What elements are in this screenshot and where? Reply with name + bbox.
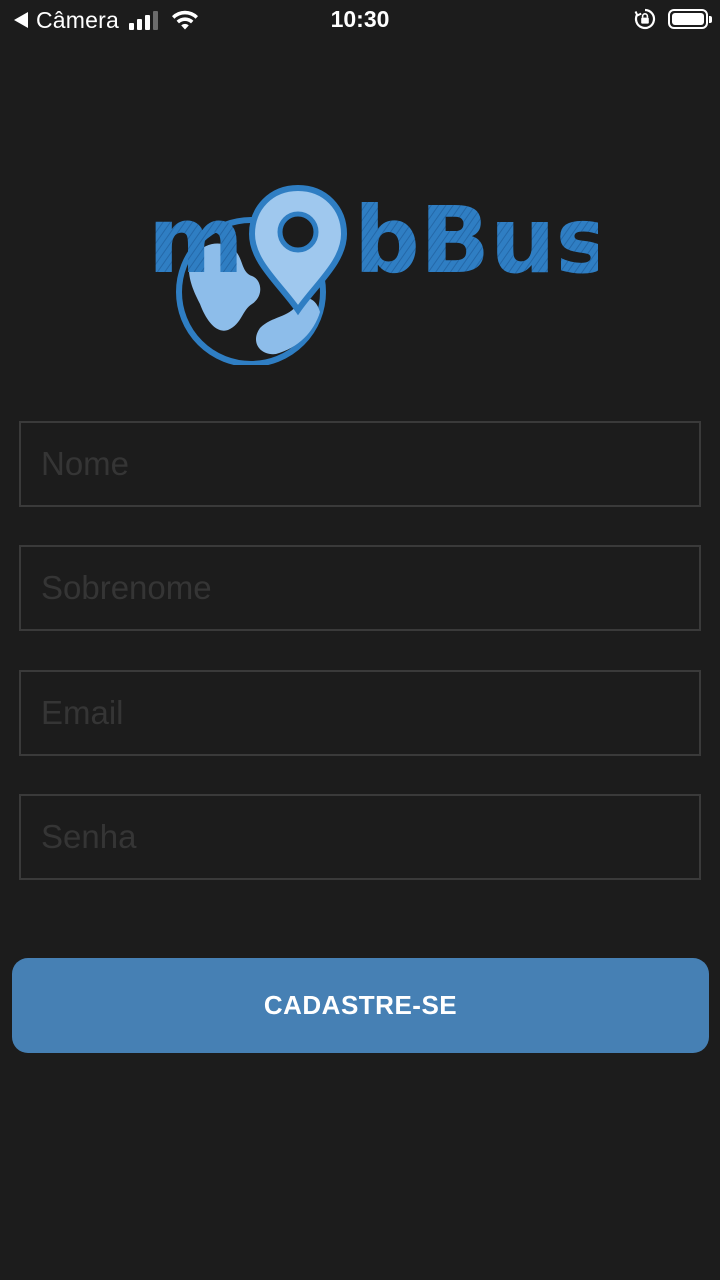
password-input[interactable] [19, 794, 701, 880]
status-bar: Câmera 10:30 [0, 0, 720, 40]
mobbus-logo: m bBus [148, 180, 598, 365]
orientation-lock-icon [634, 8, 656, 30]
battery-icon [668, 9, 712, 29]
status-time: 10:30 [330, 6, 390, 32]
logo-text-m: m [148, 187, 244, 294]
register-button[interactable]: CADASTRE-SE [12, 958, 709, 1053]
first-name-input[interactable] [19, 421, 701, 507]
logo-text-bbus: bBus [354, 187, 598, 294]
email-input[interactable] [19, 670, 701, 756]
register-screen: Câmera 10:30 m bBus Nome Sobrenome Email… [0, 0, 720, 1280]
last-name-input[interactable] [19, 545, 701, 631]
